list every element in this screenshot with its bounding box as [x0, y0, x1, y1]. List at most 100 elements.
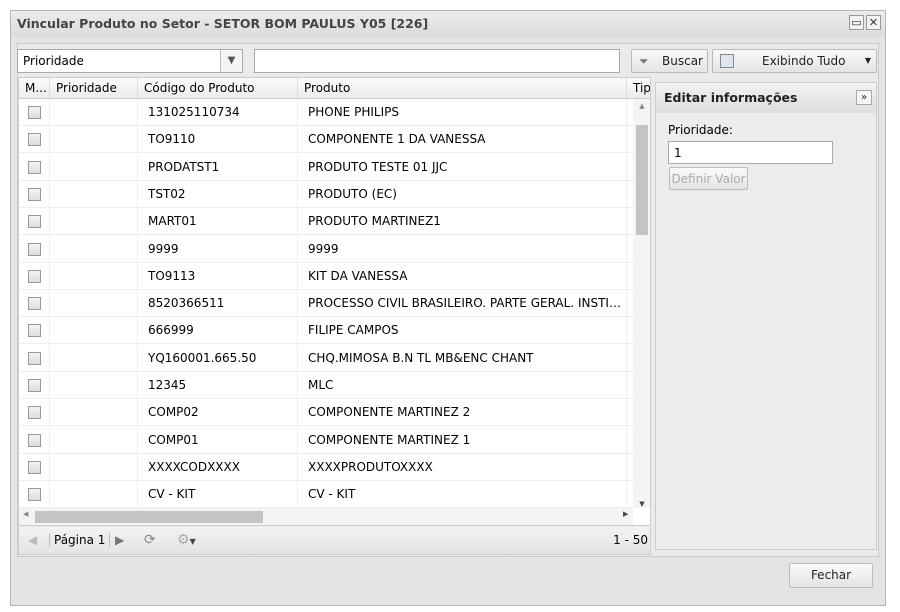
- horizontal-scroll-thumb[interactable]: [35, 511, 263, 523]
- filter-funnel-icon: ⏷: [639, 54, 649, 68]
- vertical-scroll-thumb[interactable]: [636, 125, 648, 235]
- row-checkbox[interactable]: [28, 269, 41, 283]
- table-row[interactable]: COMP01 COMPONENTE MARTINEZ 1: [19, 426, 633, 454]
- cell-prioridade: [50, 153, 138, 181]
- prev-page-icon[interactable]: ◀: [28, 527, 37, 553]
- next-page-icon[interactable]: ▶: [115, 527, 124, 553]
- cell-produto: XXXXPRODUTOXXXX: [298, 453, 627, 481]
- cell-prioridade: [50, 426, 138, 454]
- chevron-down-icon[interactable]: ▼: [220, 50, 242, 72]
- filter-field-value: Prioridade: [23, 54, 84, 68]
- table-row[interactable]: TO9110 COMPONENTE 1 DA VANESSA: [19, 126, 633, 154]
- cell-codigo: COMP02: [138, 399, 298, 427]
- cell-produto: CV - KIT: [298, 481, 627, 509]
- row-checkbox-cell: [19, 290, 50, 318]
- page-label: Página 1: [49, 533, 111, 547]
- row-checkbox[interactable]: [28, 351, 41, 365]
- edit-info-panel: Editar informações » Prioridade: Definir …: [655, 82, 877, 550]
- table-row[interactable]: 666999 FILIPE CAMPOS: [19, 317, 633, 345]
- row-checkbox[interactable]: [28, 242, 41, 256]
- row-checkbox-cell: [19, 399, 50, 427]
- refresh-icon[interactable]: ⟳: [144, 527, 156, 553]
- grid-header: M... Prioridade Código do Produto Produt…: [19, 78, 650, 99]
- cell-produto: PRODUTO (EC): [298, 180, 627, 208]
- cell-prioridade: [50, 262, 138, 290]
- row-checkbox[interactable]: [28, 187, 41, 201]
- close-button[interactable]: ✕: [866, 15, 881, 30]
- row-checkbox[interactable]: [28, 324, 41, 338]
- cell-prioridade: [50, 399, 138, 427]
- panel-title: Editar informações: [664, 90, 798, 105]
- cell-codigo: TST02: [138, 180, 298, 208]
- products-grid: M... Prioridade Código do Produto Produt…: [18, 77, 651, 526]
- table-row[interactable]: 131025110734 PHONE PHILIPS: [19, 99, 633, 126]
- cell-produto: MLC: [298, 372, 627, 399]
- collapse-panel-icon[interactable]: »: [856, 90, 872, 105]
- prioridade-label: Prioridade:: [668, 123, 733, 137]
- view-mode-dropdown[interactable]: Exibindo Tudo ▼: [712, 49, 877, 73]
- cell-prioridade: [50, 235, 138, 263]
- cell-codigo: 12345: [138, 372, 298, 399]
- maximize-button[interactable]: ▭: [849, 15, 864, 30]
- row-checkbox[interactable]: [28, 433, 41, 447]
- row-checkbox-cell: [19, 262, 50, 290]
- view-icon: [720, 54, 734, 68]
- table-row[interactable]: TST02 PRODUTO (EC): [19, 180, 633, 208]
- row-checkbox-cell: [19, 453, 50, 481]
- cell-codigo: TO9113: [138, 262, 298, 290]
- row-checkbox[interactable]: [28, 106, 41, 119]
- row-checkbox[interactable]: [28, 215, 41, 229]
- row-checkbox-cell: [19, 126, 50, 154]
- table-row[interactable]: MART01 PRODUTO MARTINEZ1: [19, 208, 633, 236]
- cell-codigo: TO9110: [138, 126, 298, 154]
- row-checkbox-cell: [19, 208, 50, 236]
- table-row[interactable]: YQ160001.665.50 CHQ.MIMOSA B.N TL MB&ENC…: [19, 344, 633, 372]
- col-header-prioridade[interactable]: Prioridade: [50, 78, 138, 99]
- close-dialog-button[interactable]: Fechar: [789, 563, 873, 588]
- col-header-mark[interactable]: M...: [19, 78, 50, 99]
- cell-produto: CHQ.MIMOSA B.N TL MB&ENC CHANT: [298, 344, 627, 372]
- table-row[interactable]: CV - KIT CV - KIT: [19, 481, 633, 509]
- row-checkbox[interactable]: [28, 406, 41, 420]
- cell-produto: PHONE PHILIPS: [298, 99, 627, 126]
- row-checkbox-cell: [19, 372, 50, 399]
- row-checkbox[interactable]: [28, 488, 41, 502]
- record-range: 1 - 50: [613, 533, 648, 547]
- vertical-scrollbar[interactable]: ▲ ▼: [633, 99, 650, 508]
- settings-gear-icon[interactable]: ⚙▼: [177, 527, 196, 555]
- cell-prioridade: [50, 317, 138, 345]
- table-row[interactable]: 9999 9999: [19, 235, 633, 263]
- cell-produto: PRODUTO TESTE 01 JJC: [298, 153, 627, 181]
- prioridade-input[interactable]: [668, 141, 833, 164]
- row-checkbox[interactable]: [28, 160, 41, 174]
- cell-produto: COMPONENTE MARTINEZ 1: [298, 426, 627, 454]
- table-row[interactable]: TO9113 KIT DA VANESSA: [19, 262, 633, 290]
- row-checkbox[interactable]: [28, 133, 41, 147]
- cell-produto: PROCESSO CIVIL BRASILEIRO. PARTE GERAL. …: [298, 290, 627, 318]
- table-row[interactable]: 8520366511 PROCESSO CIVIL BRASILEIRO. PA…: [19, 290, 633, 318]
- row-checkbox-cell: [19, 344, 50, 372]
- cell-prioridade: [50, 126, 138, 154]
- col-header-tipo[interactable]: Tipo: [627, 78, 650, 99]
- row-checkbox-cell: [19, 153, 50, 181]
- col-header-codigo[interactable]: Código do Produto: [138, 78, 298, 99]
- filter-field-select[interactable]: Prioridade ▼: [17, 49, 243, 73]
- cell-produto: KIT DA VANESSA: [298, 262, 627, 290]
- search-input[interactable]: [254, 49, 620, 73]
- row-checkbox[interactable]: [28, 297, 41, 311]
- cell-codigo: XXXXCODXXXX: [138, 453, 298, 481]
- define-value-button[interactable]: Definir Valor: [669, 167, 748, 190]
- row-checkbox[interactable]: [28, 460, 41, 474]
- row-checkbox[interactable]: [28, 379, 41, 392]
- cell-codigo: MART01: [138, 208, 298, 236]
- table-row[interactable]: 12345 MLC: [19, 372, 633, 399]
- cell-prioridade: [50, 453, 138, 481]
- search-button[interactable]: ⏷ Buscar: [631, 49, 708, 73]
- cell-codigo: YQ160001.665.50: [138, 344, 298, 372]
- table-row[interactable]: PRODATST1 PRODUTO TESTE 01 JJC: [19, 153, 633, 181]
- pagination-bar: ◀ Página 1 ▶ ⟳ ⚙▼ 1 - 50: [18, 527, 651, 555]
- horizontal-scrollbar[interactable]: ◀ ▶: [19, 508, 633, 525]
- table-row[interactable]: COMP02 COMPONENTE MARTINEZ 2: [19, 399, 633, 427]
- table-row[interactable]: XXXXCODXXXX XXXXPRODUTOXXXX: [19, 453, 633, 481]
- col-header-produto[interactable]: Produto: [298, 78, 627, 99]
